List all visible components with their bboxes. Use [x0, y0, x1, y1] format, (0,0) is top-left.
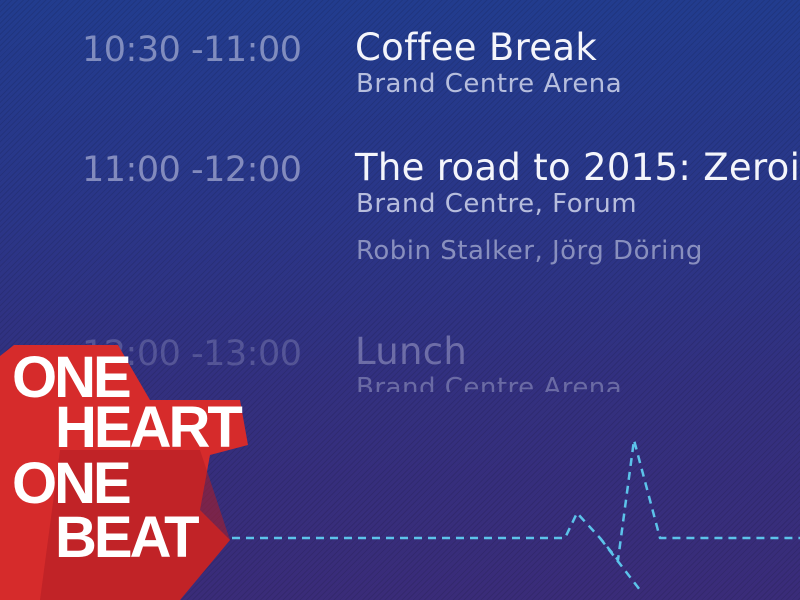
one-heart-one-beat-logo: ONE HEART ONE BEAT: [0, 345, 248, 600]
logo-line-beat: BEAT: [55, 505, 199, 570]
